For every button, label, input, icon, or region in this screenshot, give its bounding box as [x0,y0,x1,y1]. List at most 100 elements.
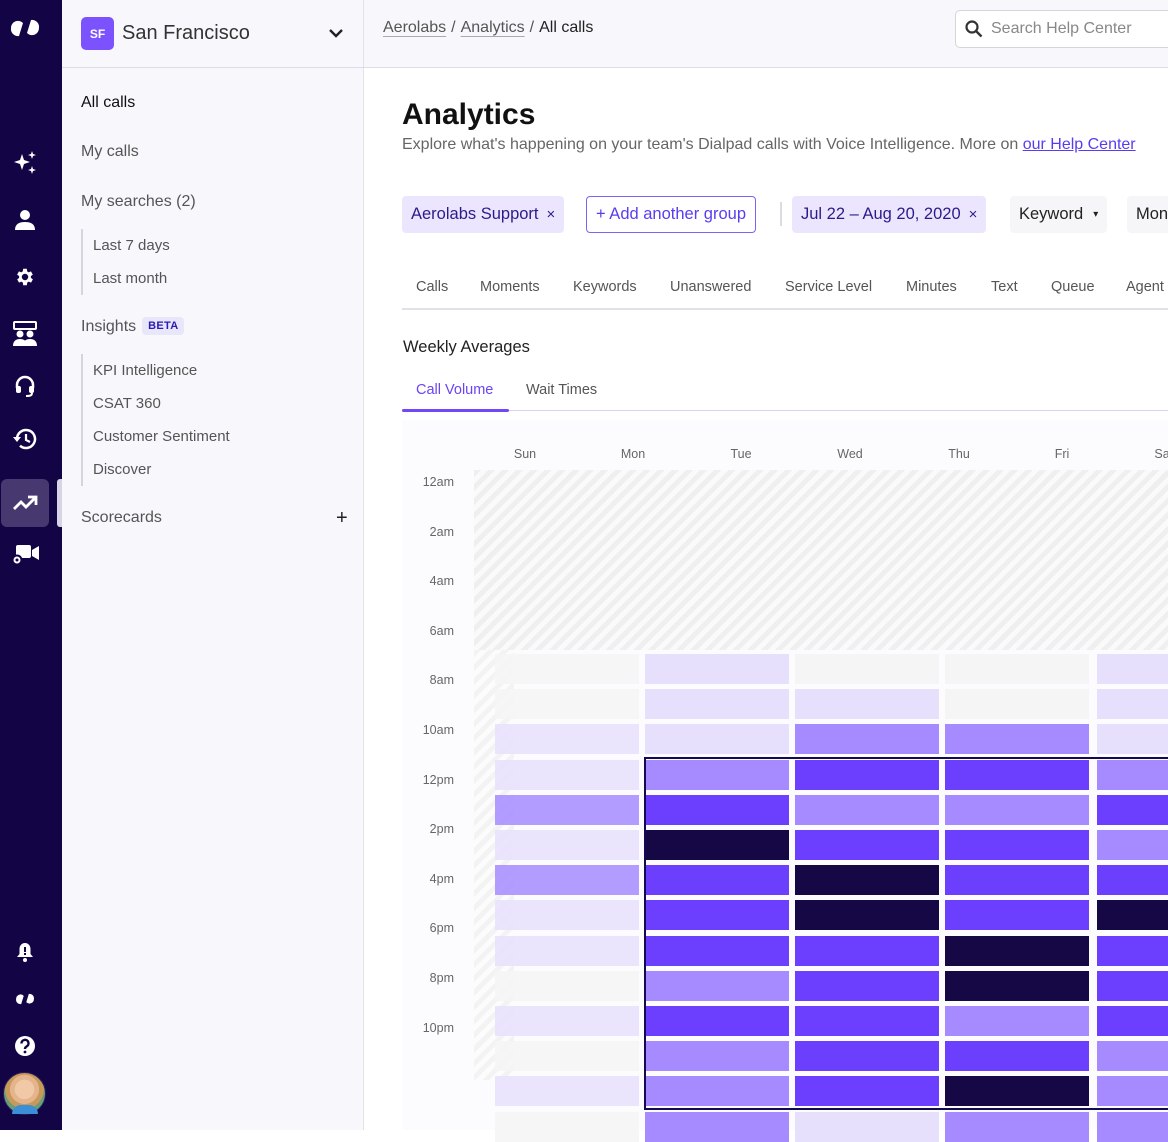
history-icon[interactable] [0,415,50,463]
chevron-down-icon[interactable] [328,20,344,46]
tab-keywords[interactable]: Keywords [573,279,637,295]
nav-scorecards[interactable]: Scorecards [81,509,162,527]
heatmap-cell[interactable] [645,865,789,896]
more-filter-dropdown[interactable]: Mon [1127,196,1168,233]
heatmap-cell[interactable] [495,1006,639,1036]
heatmap-cell[interactable] [495,689,639,720]
heatmap-cell[interactable] [495,970,639,1001]
heatmap-cell[interactable] [795,970,939,1001]
meeting-room-icon[interactable] [0,310,50,358]
heatmap-cell[interactable] [645,1006,789,1036]
heatmap-cell[interactable] [945,970,1089,1001]
heatmap-cell[interactable] [1097,1006,1168,1036]
heatmap-cell[interactable] [945,1076,1089,1107]
heatmap-cell[interactable] [1097,1076,1168,1107]
tab-minutes[interactable]: Minutes [906,279,957,295]
heatmap-cell[interactable] [1097,1111,1168,1142]
heatmap-cell[interactable] [495,1041,639,1072]
tab-calls[interactable]: Calls [416,279,448,295]
help-center-link[interactable]: our Help Center [1023,136,1136,153]
add-scorecard-button[interactable]: + [336,507,348,530]
heatmap-cell[interactable] [795,900,939,931]
insight-item-discover[interactable]: Discover [93,461,151,478]
heatmap-cell[interactable] [495,935,639,966]
heatmap-cell[interactable] [1097,865,1168,896]
heatmap-cell[interactable] [645,759,789,790]
nav-my-searches[interactable]: My searches (2) [81,193,196,211]
heatmap-cell[interactable] [645,654,789,684]
breadcrumb-analytics[interactable]: Analytics [461,19,525,36]
heatmap-cell[interactable] [645,1076,789,1107]
group-filter-chip[interactable]: Aerolabs Support × [402,196,565,233]
heatmap-cell[interactable] [795,794,939,825]
heatmap-cell[interactable] [795,1076,939,1107]
search-item-last-month[interactable]: Last month [93,270,167,287]
breadcrumb-aerolabs[interactable]: Aerolabs [383,19,446,36]
tab-text[interactable]: Text [991,279,1018,295]
notifications-icon[interactable] [0,928,50,976]
heatmap-cell[interactable] [945,654,1089,684]
heatmap-cell[interactable] [645,689,789,720]
heatmap-cell[interactable] [945,1006,1089,1036]
user-avatar[interactable] [3,1072,46,1115]
heatmap-cell[interactable] [1097,970,1168,1001]
heatmap-cell[interactable] [795,1111,939,1142]
heatmap-cell[interactable] [645,970,789,1001]
heatmap-cell[interactable] [495,654,639,684]
tab-queue[interactable]: Queue [1051,279,1095,295]
heatmap-cell[interactable] [795,1006,939,1036]
search-item-last-7-days[interactable]: Last 7 days [93,237,170,254]
heatmap-cell[interactable] [1097,1041,1168,1072]
heatmap-cell[interactable] [1097,900,1168,931]
heatmap-cell[interactable] [945,689,1089,720]
heatmap-cell[interactable] [795,759,939,790]
heatmap-cell[interactable] [495,900,639,931]
help-icon[interactable] [0,1022,50,1070]
help-search[interactable] [955,10,1168,48]
heatmap-cell[interactable] [945,935,1089,966]
heatmap-cell[interactable] [645,830,789,860]
heatmap-cell[interactable] [495,794,639,825]
nav-insights[interactable]: Insights BETA [81,317,185,336]
heatmap-cell[interactable] [1097,654,1168,684]
remove-date-icon[interactable]: × [969,206,978,223]
heatmap-cell[interactable] [795,724,939,755]
add-group-button[interactable]: + Add another group [586,196,756,233]
dialpad-logo-icon[interactable] [0,4,50,52]
contacts-icon[interactable] [0,196,50,244]
heatmap-cell[interactable] [945,865,1089,896]
dialpad-apps-icon[interactable] [0,975,50,1023]
heatmap-cell[interactable] [945,794,1089,825]
heatmap-cell[interactable] [795,654,939,684]
heatmap-cell[interactable] [1097,794,1168,825]
heatmap-cell[interactable] [1097,830,1168,860]
heatmap-cell[interactable] [1097,724,1168,755]
heatmap-cell[interactable] [495,1111,639,1142]
heatmap-cell[interactable] [495,865,639,896]
heatmap-cell[interactable] [645,900,789,931]
heatmap-cell[interactable] [645,1041,789,1072]
help-search-input[interactable] [991,20,1168,38]
heatmap-cell[interactable] [795,935,939,966]
tab-agent[interactable]: Agent [1126,279,1164,295]
workspace-switcher[interactable]: SF San Francisco [62,0,364,68]
heatmap-cell[interactable] [795,689,939,720]
heatmap-cell[interactable] [495,759,639,790]
heatmap-cell[interactable] [645,935,789,966]
headset-icon[interactable] [0,362,50,410]
heatmap-cell[interactable] [945,830,1089,860]
heatmap-cell[interactable] [945,759,1089,790]
tab-service-level[interactable]: Service Level [785,279,872,295]
heatmap-cell[interactable] [945,900,1089,931]
heatmap-cell[interactable] [795,865,939,896]
date-range-chip[interactable]: Jul 22 – Aug 20, 2020 × [792,196,987,233]
video-settings-icon[interactable] [0,530,50,578]
heatmap-cell[interactable] [495,1076,639,1107]
insight-item-customer-sentiment[interactable]: Customer Sentiment [93,428,230,445]
heatmap-cell[interactable] [1097,689,1168,720]
heatmap-cell[interactable] [945,724,1089,755]
heatmap-cell[interactable] [795,830,939,860]
heatmap-cell[interactable] [945,1111,1089,1142]
keyword-dropdown[interactable]: Keyword ▾ [1010,196,1108,233]
heatmap-cell[interactable] [645,724,789,755]
